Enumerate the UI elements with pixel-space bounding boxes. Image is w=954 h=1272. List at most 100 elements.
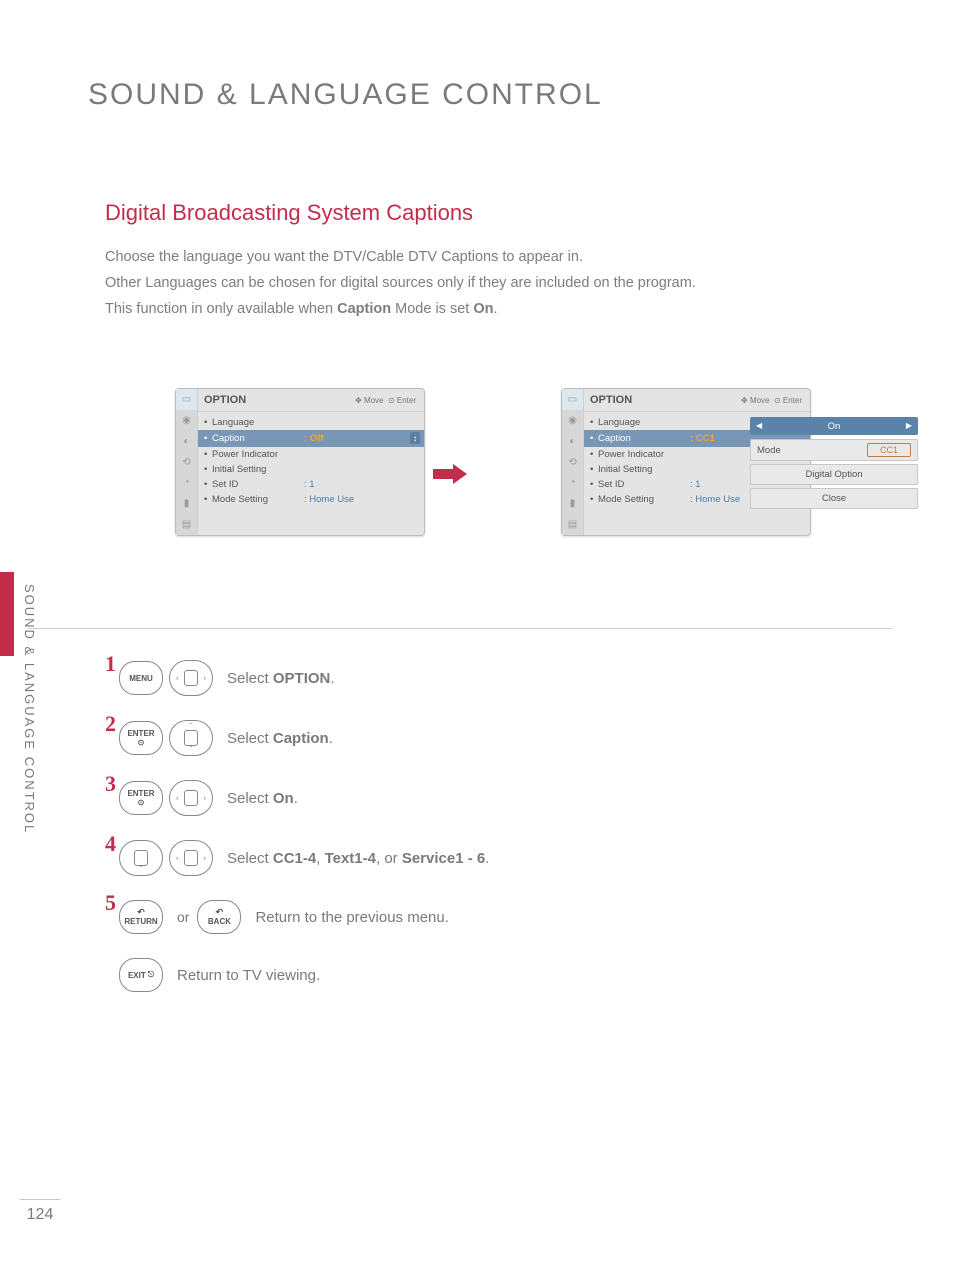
intro-line-1: Choose the language you want the DTV/Cab… — [105, 244, 696, 270]
remote-menu-button: MENU — [119, 661, 163, 695]
txt-bold: On — [273, 790, 294, 807]
remote-return-button: ↶RETURN — [119, 900, 163, 934]
row-label: Initial Setting — [212, 464, 304, 475]
transition-arrow-icon — [425, 464, 475, 484]
button-label: EXIT — [128, 971, 146, 980]
button-label: ENTER — [127, 789, 154, 798]
popup-digital-option-button: Digital Option — [750, 464, 918, 485]
tab-icon: ◔ — [562, 472, 583, 493]
page-number: 124 — [20, 1199, 60, 1224]
tab-icon: ⟲ — [562, 452, 583, 473]
txt: Select — [227, 790, 273, 807]
button-label: RETURN — [124, 917, 157, 926]
option-row-set-id: •Set ID: 1 — [204, 477, 418, 492]
caption-popup: ◀ On ▶ Mode CC1 Digital Option Close — [750, 417, 918, 512]
row-label: Power Indicator — [212, 449, 304, 460]
option-row-mode-setting: •Mode Setting: Home Use — [204, 492, 418, 507]
side-section-label: SOUND & LANGUAGE CONTROL — [22, 584, 37, 834]
tab-icon: ▤ — [562, 514, 583, 535]
option-row-initial-setting: •Initial Setting — [204, 462, 418, 477]
txt: Select — [227, 730, 273, 747]
intro-line-3: This function in only available when Cap… — [105, 296, 696, 322]
step-number: 5 — [105, 890, 119, 916]
txt-bold: OPTION — [273, 670, 331, 687]
step-text: Select On. — [227, 790, 298, 807]
remote-exit-button: EXIT⎋ — [119, 958, 163, 992]
intro-text: This function in only available when — [105, 301, 337, 317]
osd-panels: ▭ ◉ ◐ ⟲ ◔ ▮ ▤ OPTION ✥ Move ⊙ Enter •Lan… — [175, 388, 811, 536]
txt: , — [316, 850, 324, 867]
horizontal-divider — [28, 628, 892, 629]
osd-sidebar-icons: ▭ ◉ ◐ ⟲ ◔ ▮ ▤ — [562, 389, 584, 535]
tab-icon: ▮ — [176, 493, 197, 514]
tab-icon: ◐ — [562, 431, 583, 452]
row-label: Language — [212, 417, 304, 428]
row-label: Caption — [212, 433, 304, 444]
step-text: Select OPTION. — [227, 670, 335, 687]
intro-paragraph: Choose the language you want the DTV/Cab… — [105, 244, 696, 322]
osd-sidebar-icons: ▭ ◉ ◐ ⟲ ◔ ▮ ▤ — [176, 389, 198, 535]
dpad-leftright-icon: ‹› — [169, 660, 213, 696]
row-label: Set ID — [598, 479, 690, 490]
txt-bold: Caption — [273, 730, 329, 747]
row-value: : 1 — [304, 479, 315, 490]
step-text: Select CC1-4, Text1-4, or Service1 - 6. — [227, 850, 489, 867]
tab-icon: ⟲ — [176, 452, 197, 473]
option-row-caption-highlighted: •Caption: Off ↕ — [198, 430, 424, 447]
step-2: 2 ENTER⊙ ˆˇ Select Caption. — [105, 720, 489, 756]
or-text: or — [177, 909, 189, 925]
remote-enter-button: ENTER⊙ — [119, 781, 163, 815]
step-4: 4 ˇ ‹› Select CC1-4, Text1-4, or Service… — [105, 840, 489, 876]
tab-icon: ▮ — [562, 493, 583, 514]
intro-text: . — [493, 301, 497, 317]
txt: . — [329, 730, 333, 747]
section-title: Digital Broadcasting System Captions — [105, 200, 473, 226]
tab-icon: ▤ — [176, 514, 197, 535]
popup-mode-value: CC1 — [867, 443, 911, 457]
triangle-right-icon: ▶ — [906, 421, 912, 430]
tab-icon: ▭ — [176, 389, 197, 410]
remote-enter-button: ENTER⊙ — [119, 721, 163, 755]
osd-body: •Language •Caption: Off ↕ •Power Indicat… — [198, 412, 424, 535]
popup-on-label: On — [828, 421, 841, 432]
button-label: MENU — [129, 674, 153, 683]
tab-icon: ▭ — [562, 389, 583, 410]
intro-bold-caption: Caption — [337, 301, 391, 317]
txt: , or — [376, 850, 402, 867]
txt: . — [294, 790, 298, 807]
dpad-leftright-icon: ‹› — [169, 840, 213, 876]
tab-icon: ◐ — [176, 431, 197, 452]
step-5: 5 ↶RETURN or ↶BACK Return to the previou… — [105, 900, 489, 934]
tab-icon: ◔ — [176, 472, 197, 493]
step-text: Select Caption. — [227, 730, 333, 747]
row-value: : 1 — [690, 479, 701, 490]
txt: . — [330, 670, 334, 687]
osd-title: OPTION — [204, 394, 246, 406]
step-number: 2 — [105, 711, 119, 737]
txt-bold: Text1-4 — [325, 850, 376, 867]
remote-back-button: ↶BACK — [197, 900, 241, 934]
hint-move: Move — [364, 396, 384, 405]
osd-panel-before: ▭ ◉ ◐ ⟲ ◔ ▮ ▤ OPTION ✥ Move ⊙ Enter •Lan… — [175, 388, 425, 536]
row-label: Caption — [598, 433, 690, 444]
txt-bold: Service1 - 6 — [402, 850, 485, 867]
triangle-left-icon: ◀ — [756, 421, 762, 430]
osd-header: OPTION ✥ Move ⊙ Enter — [584, 389, 810, 412]
row-label: Language — [598, 417, 690, 428]
step-exit: EXIT⎋ Return to TV viewing. — [105, 958, 489, 992]
osd-hints: ✥ Move ⊙ Enter — [741, 396, 802, 405]
option-row-power-indicator: •Power Indicator — [204, 447, 418, 462]
step-number: 3 — [105, 771, 119, 797]
button-label: BACK — [208, 917, 231, 926]
dpad-leftright-icon: ‹› — [169, 780, 213, 816]
popup-on-selector: ◀ On ▶ — [750, 417, 918, 435]
intro-line-2: Other Languages can be chosen for digita… — [105, 270, 696, 296]
txt-bold: CC1-4 — [273, 850, 316, 867]
step-number: 1 — [105, 651, 119, 677]
intro-bold-on: On — [473, 301, 493, 317]
popup-close-button: Close — [750, 488, 918, 509]
txt: Select — [227, 850, 273, 867]
row-label: Mode Setting — [598, 494, 690, 505]
option-row-language: •Language — [204, 415, 418, 430]
page-title: SOUND & LANGUAGE CONTROL — [88, 78, 603, 112]
